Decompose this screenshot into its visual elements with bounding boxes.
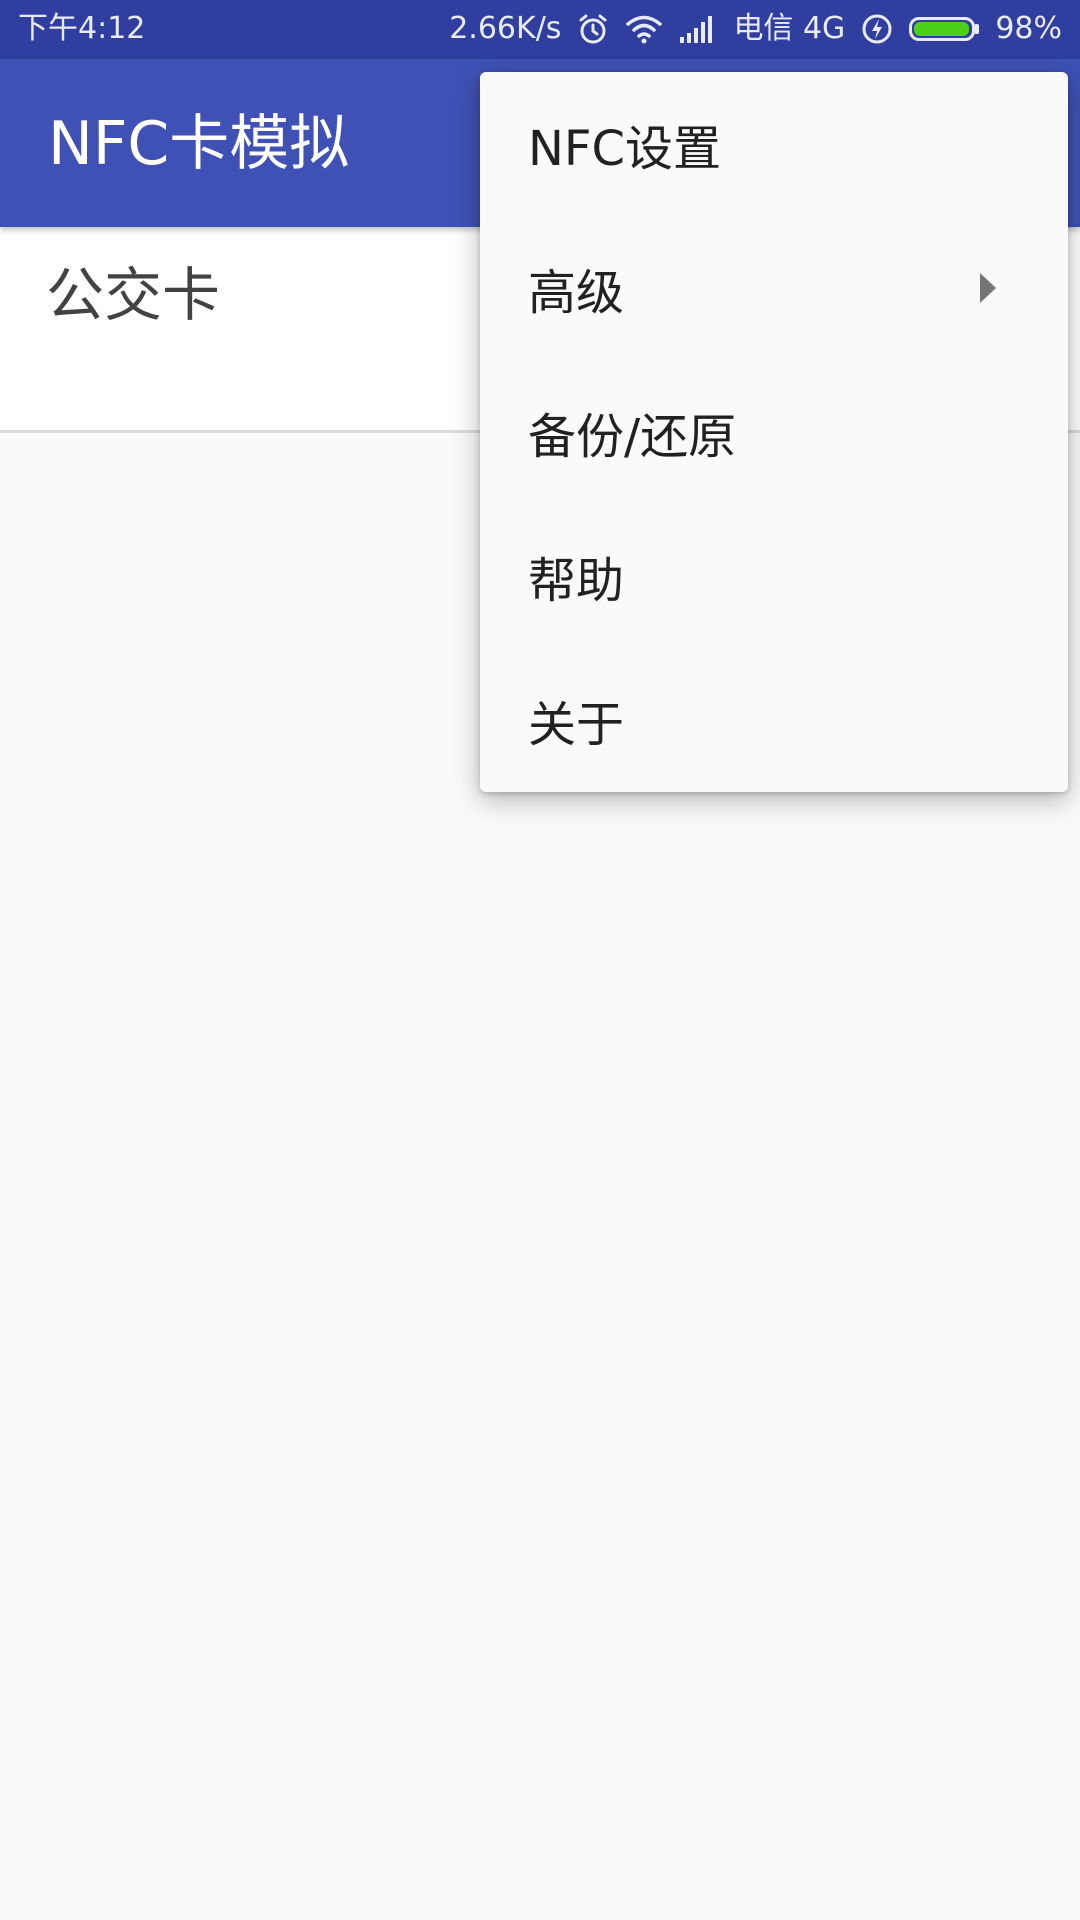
card-name: 公交卡	[46, 261, 221, 329]
menu-item-label: 备份/还原	[528, 409, 737, 465]
menu-item-nfc-settings[interactable]: NFC设置	[480, 72, 1068, 216]
screen: 下午4:12 2.66K/s 电信 4G 98% NFC卡模拟 公交卡 NFC设…	[0, 0, 1080, 1920]
menu-item-label: 关于	[528, 697, 625, 753]
menu-item-label: 高级	[528, 265, 625, 321]
app-title: NFC卡模拟	[48, 109, 350, 179]
menu-item-label: NFC设置	[528, 121, 722, 177]
status-bar: 下午4:12 2.66K/s 电信 4G 98%	[0, 0, 1080, 59]
menu-item-help[interactable]: 帮助	[480, 504, 1068, 648]
menu-item-label: 帮助	[528, 553, 625, 609]
status-icons: 2.66K/s 电信 4G 98%	[449, 9, 1062, 49]
menu-item-about[interactable]: 关于	[480, 648, 1068, 792]
menu-item-backup-restore[interactable]: 备份/还原	[480, 360, 1068, 504]
battery-percent: 98%	[995, 11, 1062, 46]
submenu-arrow-icon	[980, 273, 996, 303]
battery-icon	[909, 17, 980, 41]
battery-fill	[914, 22, 970, 36]
menu-item-advanced[interactable]: 高级	[480, 216, 1068, 360]
carrier-label: 电信 4G	[733, 11, 846, 46]
wifi-icon	[625, 14, 663, 44]
charging-icon	[861, 13, 893, 45]
alarm-icon	[577, 12, 609, 46]
status-time: 下午4:12	[18, 11, 146, 46]
net-speed: 2.66K/s	[449, 11, 562, 46]
signal-icon	[679, 15, 717, 43]
overflow-menu: NFC设置 高级 备份/还原 帮助 关于	[480, 72, 1068, 792]
